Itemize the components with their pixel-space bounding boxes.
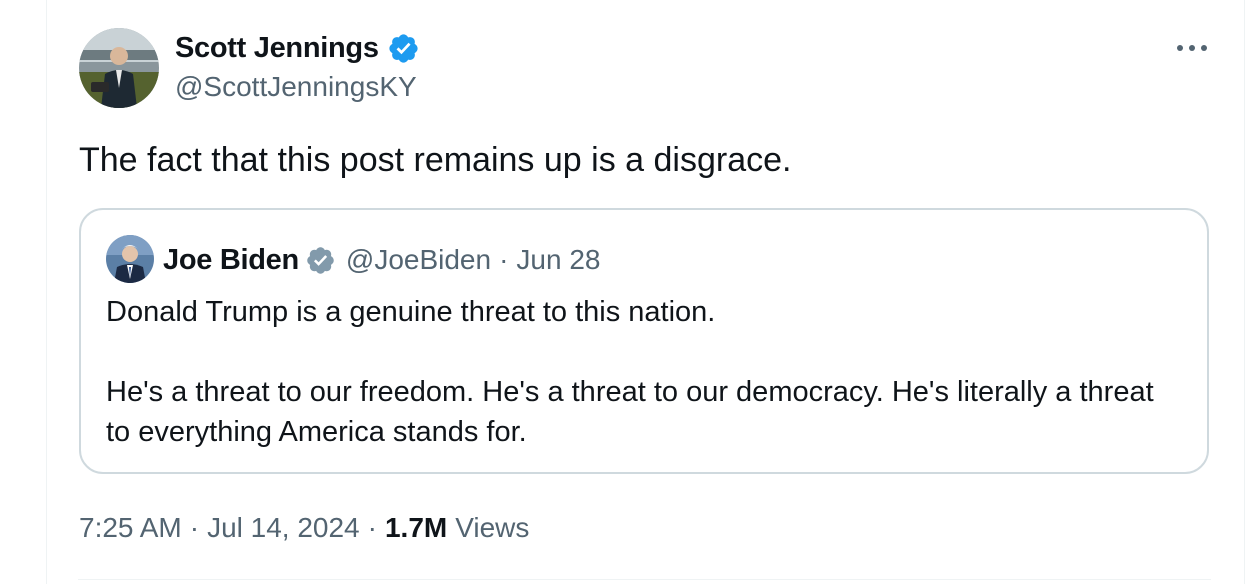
divider [78,579,1211,580]
views-count: 1.7M [384,512,448,543]
author-display-name[interactable]: Scott Jennings [175,32,379,65]
views-label: Views [455,512,530,543]
meta-separator: · [189,512,200,543]
meta-separator: · [367,512,377,543]
author-name-row: Scott Jennings [175,30,420,66]
quoted-author-avatar[interactable] [106,235,154,283]
quoted-header-separator: · [499,244,509,275]
verified-badge-icon [389,33,418,63]
column-border-left [46,0,47,584]
more-horizontal-icon [1177,45,1207,51]
tweet-date[interactable]: Jul 14, 2024 [207,512,360,544]
quoted-tweet-card[interactable]: Joe Biden @JoeBiden · Jun 28 Donald Trum… [79,208,1209,474]
author-avatar[interactable] [79,28,159,108]
tweet-text: The fact that this post remains up is a … [79,141,792,179]
quoted-author-display-name: Joe Biden [163,243,299,276]
column-border-right [1244,0,1245,584]
author-avatar-image [79,28,159,108]
tweet-time[interactable]: 7:25 AM [79,512,182,544]
quoted-author-handle: @JoeBiden [345,244,492,275]
author-handle[interactable]: @ScottJenningsKY [175,71,417,103]
quoted-tweet-text: Donald Trump is a genuine threat to this… [106,292,1176,452]
quoted-tweet-header: Joe Biden @JoeBiden · Jun 28 [163,240,600,280]
quoted-tweet-paragraph: Donald Trump is a genuine threat to this… [106,296,716,328]
more-button[interactable] [1170,30,1214,66]
tweet-meta: 7:25 AM · Jul 14, 2024 · 1.7M Views [79,508,529,548]
quoted-tweet-date: Jun 28 [516,244,601,275]
government-badge-icon [307,246,334,274]
quoted-author-avatar-image [106,235,154,283]
quoted-tweet-paragraph: He's a threat to our freedom. He's a thr… [106,376,1154,448]
